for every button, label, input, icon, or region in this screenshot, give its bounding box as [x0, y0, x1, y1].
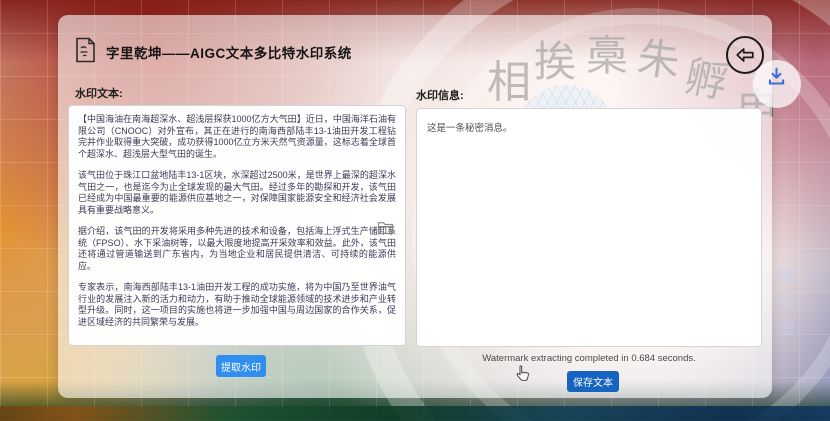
background-glyph: 碉 — [778, 267, 795, 286]
folder-icon[interactable] — [377, 221, 394, 235]
background-glyph: 密 — [778, 319, 795, 338]
watermark-info-label: 水印信息: — [416, 90, 464, 102]
status-text: Watermark extracting completed in 0.684 … — [482, 353, 696, 364]
extract-watermark-button[interactable]: 提取水印 — [216, 355, 266, 377]
watermark-text-area[interactable]: 【中国海油在南海超深水、超浅层探获1000亿方大气田】近日，中国海洋石油有限公司… — [68, 105, 406, 346]
watermark-paragraph: 据介绍，该气田的开发将采用多种先进的技术和设备，包括海上浮式生产储卸系统（FPS… — [78, 226, 396, 271]
secret-message-text: 这是一条秘密消息。 — [427, 123, 513, 134]
watermark-paragraph: 该气田位于珠江口盆地陆丰13-1区块，水深超过2500米，是世界上最深的超深水气… — [78, 170, 396, 215]
back-arrow-icon — [736, 48, 754, 62]
main-card: 字里乾坤——AIGC文本多比特水印系统 水印文本: 【中国海油在南海超深水、超浅… — [58, 15, 772, 398]
watermark-paragraph: 【中国海油在南海超深水、超浅层探获1000亿方大气田】近日，中国海洋石油有限公司… — [78, 114, 396, 159]
watermark-text-label: 水印文本: — [75, 88, 123, 100]
pointer-hand-icon — [516, 365, 529, 381]
page-title: 字里乾坤——AIGC文本多比特水印系统 — [106, 46, 352, 61]
screen: 相 挨 槀 朱 孵 申 碉 仪 密 字里乾坤——AIGC文本多比特水印系统 水印… — [0, 0, 830, 421]
download-icon[interactable] — [766, 66, 787, 87]
watermark-info-area[interactable]: 这是一条秘密消息。 — [416, 108, 762, 347]
watermark-paragraph: 专家表示，南海西部陆丰13-1油田开发工程的成功实施，将为中国乃至世界油气行业的… — [78, 282, 396, 327]
document-icon — [76, 37, 95, 63]
save-text-button[interactable]: 保存文本 — [567, 371, 619, 392]
background-bottom-strip — [0, 406, 830, 421]
background-glyph: 仪 — [778, 293, 795, 312]
